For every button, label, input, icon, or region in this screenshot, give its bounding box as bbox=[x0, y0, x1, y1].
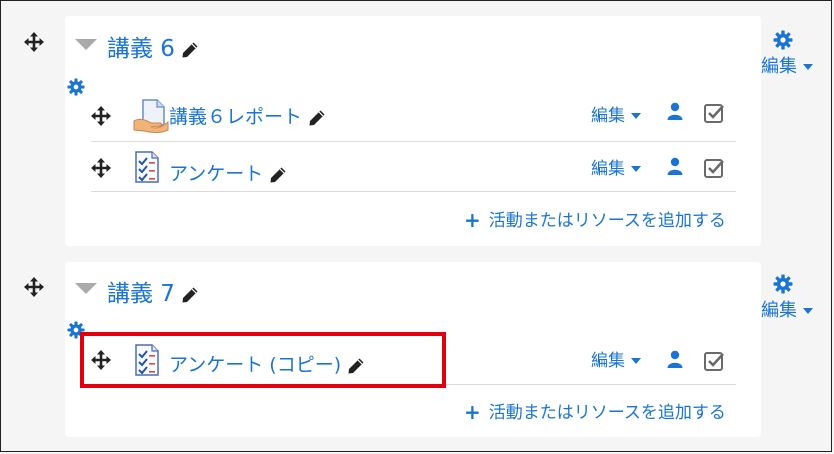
section-7-edit-caret-icon[interactable] bbox=[803, 308, 813, 314]
section-7-add-activity-label[interactable]: 活動またはリソースを追加する bbox=[489, 403, 726, 423]
activity-edit-caret-icon[interactable] bbox=[631, 358, 641, 364]
activity-edit-caret-icon[interactable] bbox=[631, 166, 641, 172]
section-6-gear-icon[interactable] bbox=[773, 30, 793, 50]
section-7-edit-menu[interactable]: 編集 bbox=[761, 296, 813, 322]
section-7-title-text[interactable]: 講義 7 bbox=[107, 281, 175, 307]
activity-name-text[interactable]: アンケート bbox=[169, 163, 263, 185]
activity-edit-menu[interactable]: 編集 bbox=[591, 154, 641, 179]
highlight-box bbox=[80, 332, 446, 388]
activity-edit-pencil-icon[interactable] bbox=[269, 166, 287, 184]
section-7-edit-pencil-icon[interactable] bbox=[181, 286, 199, 304]
user-role-icon[interactable] bbox=[667, 102, 683, 124]
activity-name[interactable]: 講義６レポート bbox=[169, 102, 326, 129]
activity-edit-label[interactable]: 編集 bbox=[591, 159, 625, 179]
activity-edit-caret-icon[interactable] bbox=[631, 113, 641, 119]
plus-icon[interactable]: + bbox=[464, 400, 481, 424]
user-role-icon[interactable] bbox=[667, 350, 683, 372]
section-6-edit-pencil-icon[interactable] bbox=[181, 41, 199, 59]
activity-name-text[interactable]: 講義６レポート bbox=[169, 106, 302, 128]
section-7-title[interactable]: 講義 7 bbox=[107, 274, 199, 308]
activity-move-icon[interactable] bbox=[91, 158, 111, 178]
feedback-icon bbox=[133, 151, 161, 187]
activity-name[interactable]: アンケート bbox=[169, 159, 287, 186]
activity-edit-label[interactable]: 編集 bbox=[591, 351, 625, 371]
section-7-move-icon[interactable] bbox=[24, 277, 44, 297]
section-6-move-icon[interactable] bbox=[24, 32, 44, 52]
section-7-add-activity-link[interactable]: + 活動またはリソースを追加する bbox=[464, 398, 726, 424]
activity-edit-menu[interactable]: 編集 bbox=[591, 101, 641, 126]
section-6-add-activity-label[interactable]: 活動またはリソースを追加する bbox=[489, 211, 726, 231]
activity-edit-label[interactable]: 編集 bbox=[591, 106, 625, 126]
completion-checkbox-icon[interactable] bbox=[703, 350, 725, 376]
plus-icon[interactable]: + bbox=[464, 208, 481, 232]
section-6-edit-menu[interactable]: 編集 bbox=[761, 52, 813, 78]
section-7-gear-icon[interactable] bbox=[773, 274, 793, 294]
section-6-title-text[interactable]: 講義 6 bbox=[107, 36, 175, 62]
user-role-icon[interactable] bbox=[667, 157, 683, 179]
section-7-edit-label[interactable]: 編集 bbox=[761, 300, 797, 321]
activity-edit-pencil-icon[interactable] bbox=[308, 109, 326, 127]
section-6-edit-label[interactable]: 編集 bbox=[761, 56, 797, 77]
section-6-summary-gear-icon[interactable] bbox=[67, 78, 85, 96]
activity-edit-menu[interactable]: 編集 bbox=[591, 346, 641, 371]
section-7-collapse-caret-icon[interactable] bbox=[75, 283, 97, 294]
course-page: 講義 6 編集 講義６レポート 編集 アンケート 編集 + 活動またはリソースを… bbox=[0, 0, 832, 452]
section-6-title[interactable]: 講義 6 bbox=[107, 29, 199, 63]
activity-move-icon[interactable] bbox=[91, 106, 111, 126]
activity-row: アンケート 編集 bbox=[91, 141, 736, 192]
completion-checkbox-icon[interactable] bbox=[703, 157, 725, 183]
assignment-icon bbox=[133, 99, 169, 137]
completion-checkbox-icon[interactable] bbox=[703, 102, 725, 128]
section-6-collapse-caret-icon[interactable] bbox=[75, 39, 97, 50]
section-6-add-activity-link[interactable]: + 活動またはリソースを追加する bbox=[464, 206, 726, 232]
section-6-edit-caret-icon[interactable] bbox=[803, 64, 813, 70]
activity-row: 講義６レポート 編集 bbox=[91, 91, 736, 142]
